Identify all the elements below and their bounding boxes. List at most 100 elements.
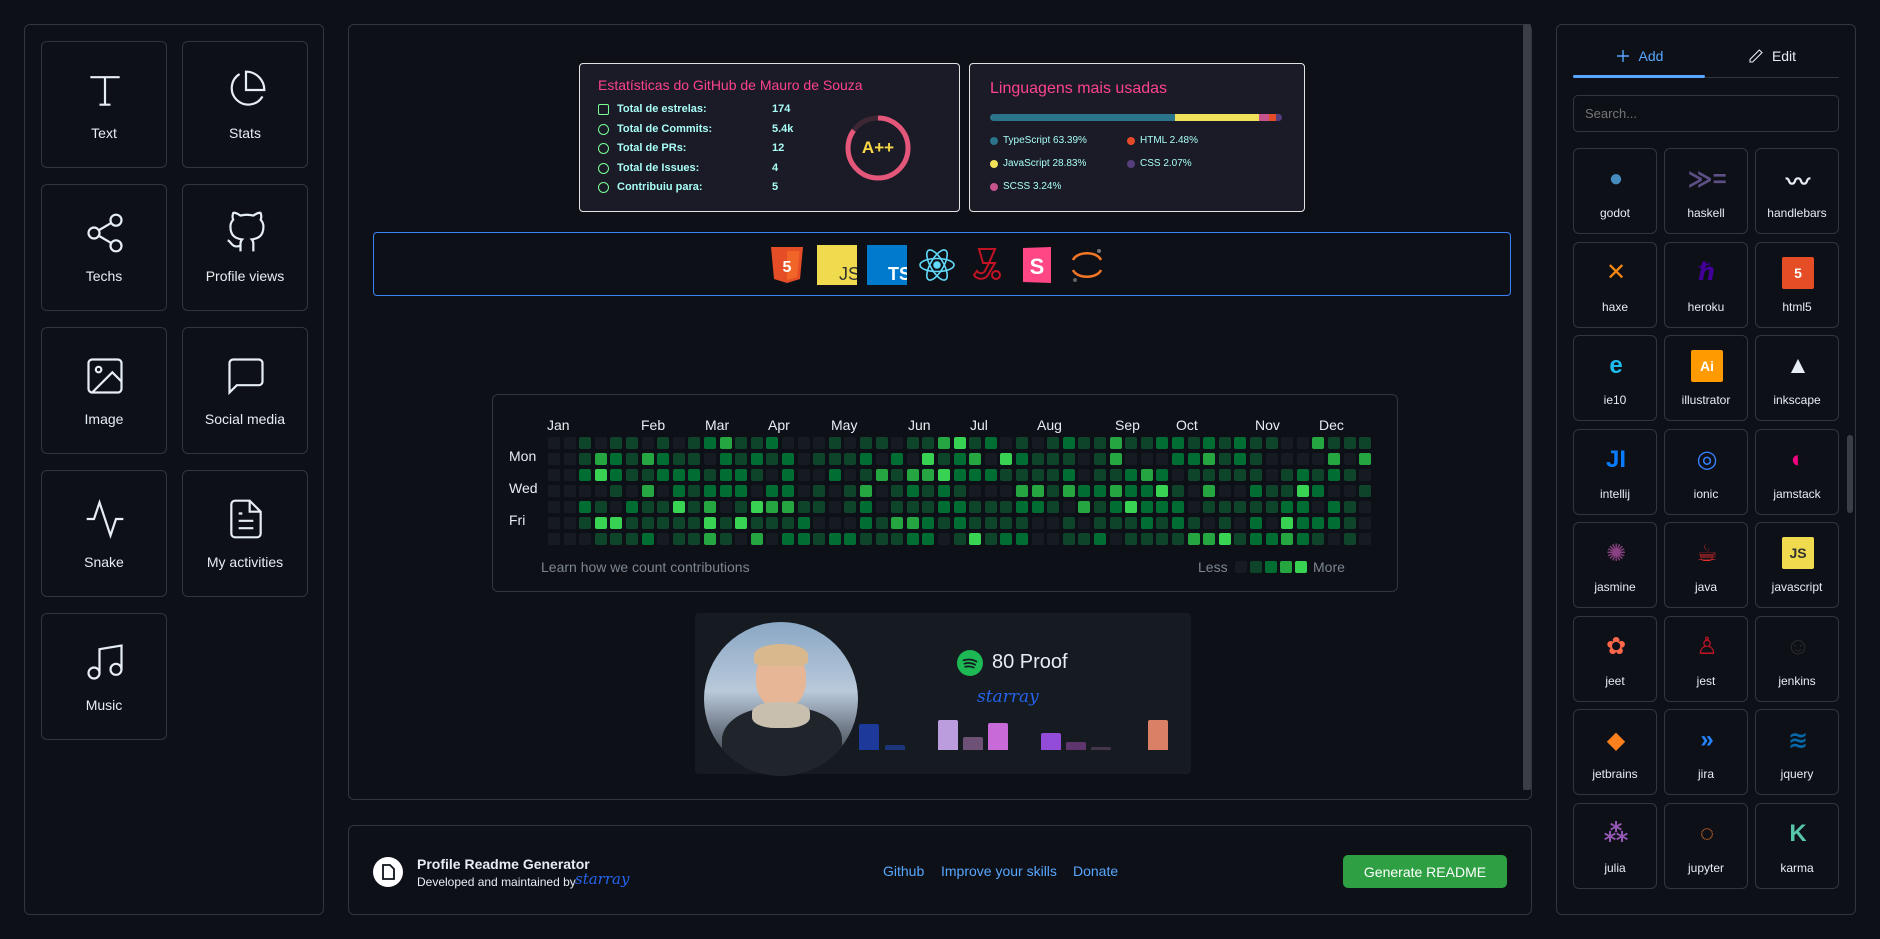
icon-tile-jenkins[interactable]: ☺ jenkins	[1755, 615, 1839, 702]
contribution-help-link[interactable]: Learn how we count contributions	[541, 559, 750, 575]
jest-icon: ♙	[1696, 633, 1718, 660]
icon-tile-ie10[interactable]: e ie10	[1573, 335, 1657, 421]
icon-tile-karma[interactable]: Kkarma	[1755, 802, 1839, 889]
icon-tile-julia[interactable]: ⁂ julia	[1573, 802, 1657, 889]
contribution-cell	[548, 501, 560, 513]
contribution-cell	[610, 453, 623, 465]
contribution-cell	[735, 437, 748, 449]
icon-tile-godot[interactable]: ● godot	[1573, 148, 1657, 234]
contribution-cell	[875, 437, 888, 449]
github-link[interactable]: Github	[883, 863, 924, 879]
icon-tile-jest[interactable]: ♙ jest	[1664, 615, 1748, 702]
my-activities-block-tile[interactable]: My activities	[182, 470, 308, 597]
contribution-cell	[1000, 453, 1013, 465]
contribution-cell	[766, 501, 779, 513]
issue-icon	[598, 162, 609, 174]
contribution-cell	[1156, 453, 1169, 465]
contribution-cell	[579, 469, 592, 481]
tile-label: Text	[91, 125, 117, 141]
contribution-cell	[719, 501, 732, 513]
tab-add[interactable]: Add	[1573, 39, 1705, 73]
contribution-cell	[766, 517, 779, 529]
icon-tile-jetbrains[interactable]: ◆ jetbrains	[1573, 709, 1657, 795]
contribution-cell	[844, 469, 857, 481]
image-block-tile[interactable]: Image	[41, 327, 167, 454]
activity-icon	[86, 499, 124, 539]
icon-tile-inkscape[interactable]: ▲ inkscape	[1755, 335, 1839, 421]
contribution-cell	[1343, 501, 1356, 513]
tab-edit[interactable]: Edit	[1705, 39, 1839, 73]
profile-views-block-tile[interactable]: Profile views	[182, 184, 308, 311]
language-label: TypeScript 63.39%	[1003, 135, 1087, 146]
icon-tile-jupyter[interactable]: ◌ jupyter	[1664, 802, 1748, 889]
icon-tile-heroku[interactable]: ℏ heroku	[1664, 241, 1748, 328]
icon-tile-jamstack[interactable]: ◐ jamstack	[1755, 428, 1839, 515]
techs-block-tile[interactable]: Techs	[41, 184, 167, 311]
stats-card-title: Estatísticas do GitHub de Mauro de Souza	[598, 77, 863, 93]
contribution-cell	[1359, 533, 1372, 545]
equalizer-bar	[988, 723, 1008, 750]
search-input[interactable]	[1573, 95, 1839, 132]
jira-icon: »	[1700, 726, 1714, 753]
top-languages-card[interactable]: Linguagens mais usadas TypeScript 63.39%…	[969, 63, 1305, 212]
spotify-card[interactable]: 80 Proof starray	[695, 613, 1191, 776]
contribution-cell	[1343, 437, 1356, 449]
techs-block[interactable]: 5 JS TS S	[373, 232, 1511, 296]
icon-tile-illustrator[interactable]: Ai illustrator	[1664, 335, 1748, 421]
stats-block-tile[interactable]: Stats	[182, 41, 308, 168]
contribution-cell	[719, 469, 732, 481]
icon-tile-jasmine[interactable]: ✺ jasmine	[1573, 522, 1657, 608]
contribution-cell	[750, 517, 763, 529]
contribution-cell	[953, 533, 966, 545]
icon-tile-intellij[interactable]: JI intellij	[1573, 428, 1657, 515]
contribution-cell	[1312, 469, 1325, 481]
icon-tile-jeet[interactable]: ✿ jeet	[1573, 615, 1657, 702]
footer-bar: Profile Readme Generator Developed and m…	[348, 825, 1532, 915]
month-label: Jun	[908, 417, 931, 433]
month-label: Jan	[547, 417, 570, 433]
tile-label: My activities	[206, 554, 284, 570]
contribution-cell	[750, 485, 763, 497]
contribution-cell	[875, 485, 888, 497]
text-block-tile[interactable]: Text	[41, 41, 167, 168]
contribution-cell	[704, 501, 716, 513]
tile-label: Stats	[229, 125, 261, 141]
contribution-cell	[735, 501, 748, 513]
icon-tile-label: jira	[1697, 767, 1714, 781]
contribution-cell	[813, 469, 826, 481]
improve-skills-link[interactable]: Improve your skills	[941, 863, 1057, 879]
icons-scrollbar[interactable]	[1847, 435, 1853, 513]
icon-tile-jquery[interactable]: ≋ jquery	[1755, 709, 1839, 795]
icon-tile-javascript[interactable]: JS javascript	[1755, 522, 1839, 608]
generate-readme-button[interactable]: Generate README	[1343, 855, 1507, 888]
contribution-cell	[548, 533, 560, 545]
contribution-cell	[719, 437, 732, 449]
icon-tile-ionic[interactable]: ◎ ionic	[1664, 428, 1748, 515]
contribution-cell	[969, 485, 982, 497]
icon-tile-html5[interactable]: 5 html5	[1755, 241, 1839, 328]
contribution-cell	[1047, 501, 1060, 513]
contribution-cell	[891, 453, 904, 465]
icon-tile-java[interactable]: ☕ java	[1664, 522, 1748, 608]
contribution-cell	[1016, 437, 1028, 449]
contribution-cell	[1172, 485, 1184, 497]
contribution-cell	[1250, 501, 1262, 513]
spotify-icon	[957, 650, 983, 676]
preview-scrollbar[interactable]	[1523, 24, 1531, 790]
social-media-block-tile[interactable]: Social media	[182, 327, 308, 454]
icon-tile-handlebars[interactable]: 〰 handlebars	[1755, 148, 1839, 234]
contribution-cell	[969, 533, 982, 545]
donate-link[interactable]: Donate	[1073, 863, 1118, 879]
contribution-cell	[1016, 517, 1028, 529]
music-block-tile[interactable]: Music	[41, 613, 167, 740]
contribution-cell	[750, 453, 763, 465]
tile-label: Image	[84, 411, 124, 427]
icon-tile-jira[interactable]: » jira	[1664, 709, 1748, 795]
github-stats-card[interactable]: Estatísticas do GitHub de Mauro de Souza…	[579, 63, 960, 212]
contribution-cell	[672, 453, 685, 465]
icon-tile-haskell[interactable]: ≫= haskell	[1664, 148, 1748, 234]
contribution-cell	[797, 485, 810, 497]
contribution-cell	[984, 485, 997, 497]
icon-tile-haxe[interactable]: ✕ haxe	[1573, 241, 1657, 328]
snake-block-tile[interactable]: Snake	[41, 470, 167, 597]
